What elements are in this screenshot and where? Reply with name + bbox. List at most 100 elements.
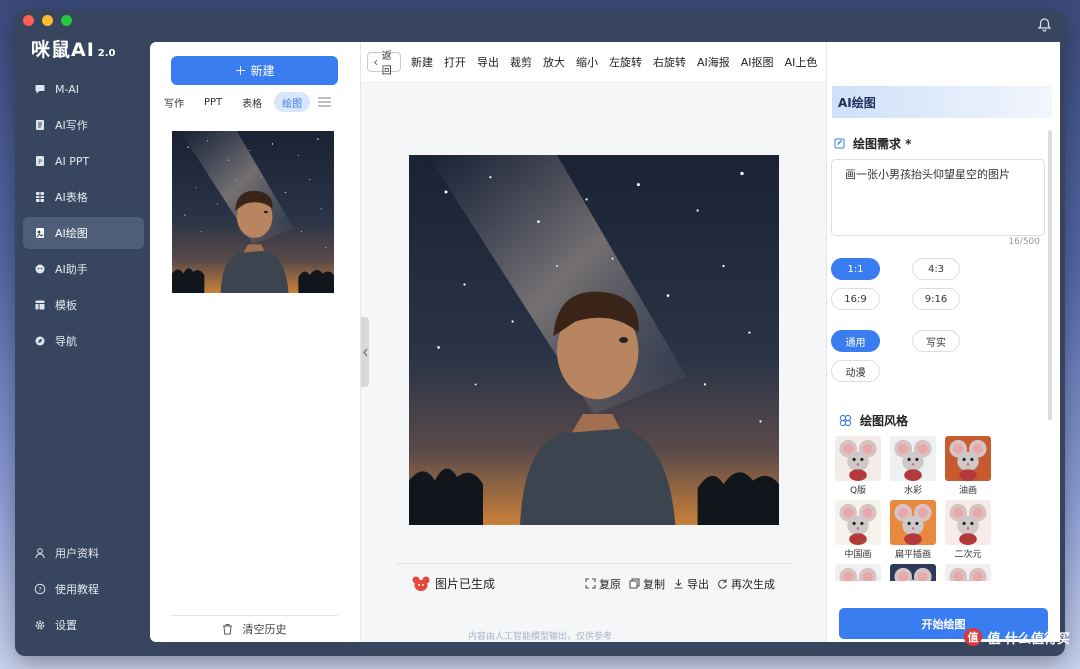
result-actions: 复原 复制 导出 再次生成 [585,576,775,592]
nav-label: AI PPT [55,154,90,168]
sidebar-item-3[interactable]: AI表格 [23,181,144,213]
ratio-option-2[interactable]: 16:9 [831,288,880,310]
style-option-6[interactable] [835,564,881,581]
requirement-heading: 绘图需求 * [834,135,911,152]
style-option-5[interactable]: 二次元 [945,500,991,560]
result-action-3[interactable]: 再次生成 [717,576,775,592]
new-button[interactable]: ＋ 新建 [171,56,338,85]
sidebar-item-0[interactable]: M-AI [23,73,144,105]
chevron-left-icon [374,59,378,65]
menu-icon[interactable] [318,97,332,107]
canvas-area: 返回 新建打开导出裁剪放大缩小左旋转右旋转AI海报AI抠图AI上色变清晰 图片已… [360,42,861,642]
new-button-label: 新建 [250,64,275,78]
svg-text:?: ? [38,585,41,593]
tool-5[interactable]: 缩小 [576,54,598,70]
nav-label: 导航 [55,335,77,348]
requirement-label: 绘图需求 * [853,137,912,151]
refresh-icon [718,579,727,589]
draw-settings-panel: AI绘图 绘图需求 * 画一张小男孩抬头仰望星空的图片 16/500 1:1 4:… [826,42,1060,642]
user-icon [35,548,45,559]
style-label: Q版 [849,486,867,496]
minimize-window-button[interactable] [42,15,53,26]
zoom-window-button[interactable] [61,15,72,26]
style-thumbnail [890,436,936,481]
style-thumbnail [835,436,881,481]
style-label: 绘图风格 [860,414,909,428]
sidebar-item-1[interactable]: AI写作 [23,109,144,141]
ratio-option-1[interactable]: 4:3 [912,258,960,280]
close-window-button[interactable] [23,15,34,26]
history-thumbnail[interactable] [172,131,334,293]
style-label: 中国画 [844,550,872,560]
tool-9[interactable]: AI抠图 [741,54,774,70]
tool-6[interactable]: 左旋转 [609,54,642,70]
history-tab-2[interactable]: 表格 [234,92,270,112]
tool-3[interactable]: 裁剪 [510,54,532,70]
mode-option-0[interactable]: 通用 [831,330,880,352]
notification-bell-icon[interactable] [1038,18,1051,32]
result-action-1[interactable]: 复制 [629,576,665,592]
history-tab-1[interactable]: PPT [196,92,230,112]
status-label: 图片已生成 [435,577,496,591]
tool-4[interactable]: 放大 [543,54,565,70]
sidebar-item-5[interactable]: AI助手 [23,253,144,285]
panel-scrollbar[interactable] [1048,130,1052,420]
chevron-left-icon [362,348,367,356]
result-action-0[interactable]: 复原 [585,576,621,592]
download-icon [674,579,683,589]
prompt-input[interactable]: 画一张小男孩抬头仰望星空的图片 [831,159,1045,236]
help-icon: ? [34,583,46,595]
ratio-option-0[interactable]: 1:1 [831,258,880,280]
svg-text:值: 值 [968,630,979,644]
sidebar-item-6[interactable]: 模板 [23,289,144,321]
result-action-label: 再次生成 [731,577,775,591]
watermark: 值 值 什么值得买 [963,627,1070,647]
sidebar-nav: M-AI AI写作 P AI PPT AI表格 AI绘图 AI助手模板导航 [23,73,144,361]
history-tab-3[interactable]: 绘图 [274,92,311,112]
tool-7[interactable]: 右旋转 [653,54,686,70]
result-action-2[interactable]: 导出 [673,576,709,592]
mouse-mascot-icon [412,576,430,591]
sidebar-bottom-item-0[interactable]: 用户资料 [23,537,144,569]
style-thumbnail [890,564,936,581]
history-tab-0[interactable]: 写作 [156,92,192,112]
sidebar-item-4[interactable]: AI绘图 [23,217,144,249]
plus-icon: ＋ [234,64,247,78]
sidebar-item-2[interactable]: P AI PPT [23,145,144,177]
style-grid: Q版 水彩 油画中国画 扁平插画 二次元 [835,436,995,581]
nav-label: 使用教程 [55,583,99,596]
tool-10[interactable]: AI上色 [785,54,818,70]
history-panel: ＋ 新建 写作 PPT 表格 绘图 清空历史 [150,42,360,642]
style-option-8[interactable] [945,564,991,581]
mode-option-1[interactable]: 写实 [912,330,960,352]
mode-option-2[interactable]: 动漫 [831,360,880,382]
doc-write-icon [36,120,44,130]
nav-label: 用户资料 [55,547,99,560]
tool-1[interactable]: 打开 [444,54,466,70]
flower-icon [839,414,852,427]
history-tabs: 写作 PPT 表格 绘图 [156,92,332,112]
generated-image[interactable] [409,155,779,525]
style-option-4[interactable]: 扁平插画 [890,500,936,560]
tool-0[interactable]: 新建 [411,54,433,70]
back-label: 返回 [381,51,392,77]
sidebar-item-7[interactable]: 导航 [23,325,144,357]
style-option-0[interactable]: Q版 [835,436,881,496]
sidebar-bottom-item-1[interactable]: ? 使用教程 [23,573,144,605]
tool-8[interactable]: AI海报 [697,54,730,70]
ratio-option-3[interactable]: 9:16 [912,288,960,310]
nav-label: AI表格 [55,191,88,204]
logo-text: 咪鼠AI [31,39,95,61]
logo-version: 2.0 [97,48,116,59]
style-option-2[interactable]: 油画 [945,436,991,496]
style-option-1[interactable]: 水彩 [890,436,936,496]
image-toolbar: 返回 新建打开导出裁剪放大缩小左旋转右旋转AI海报AI抠图AI上色变清晰 [361,42,861,83]
style-option-3[interactable]: 中国画 [835,500,881,560]
style-label: 扁平插画 [894,550,931,560]
tool-2[interactable]: 导出 [477,54,499,70]
style-option-7[interactable] [890,564,936,581]
nav-label: AI助手 [55,263,88,276]
panel-title: AI绘图 [832,86,1052,118]
back-button[interactable]: 返回 [367,51,401,77]
collapse-panel-handle[interactable] [361,317,369,387]
